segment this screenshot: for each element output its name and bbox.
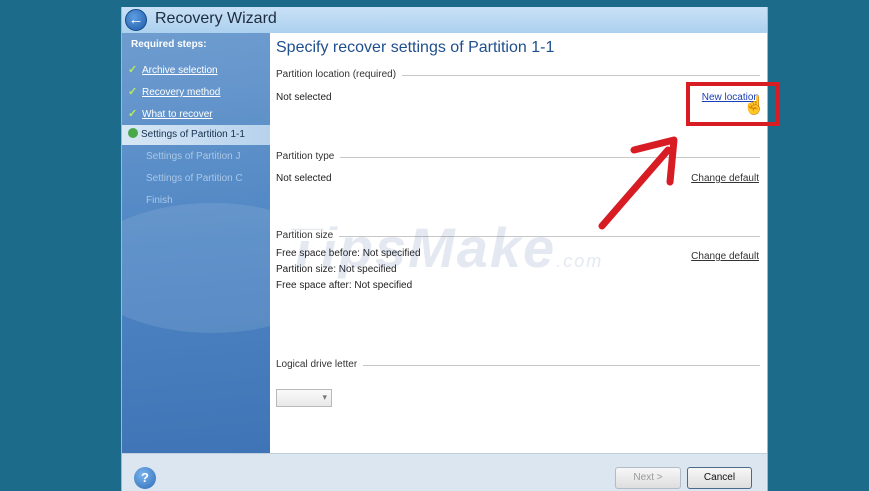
change-size-link[interactable]: Change default [691, 251, 759, 262]
cancel-button[interactable]: Cancel [687, 467, 752, 489]
sidebar-item-recovery-method[interactable]: ✓ Recovery method [128, 85, 220, 103]
wizard-footer: ? Next > Cancel [122, 453, 767, 491]
chevron-down-icon: ▾ [322, 392, 327, 402]
partition-location-section: Partition location (required) [276, 69, 760, 81]
sidebar-heading: Required steps: [131, 39, 207, 50]
title-bar: ← Recovery Wizard [122, 7, 767, 33]
sidebar-item-partition-c: Settings of Partition C [146, 173, 243, 184]
checkmark-icon: ✓ [128, 108, 138, 120]
hand-cursor-icon: ☝ [743, 95, 766, 115]
help-icon[interactable]: ? [134, 467, 156, 489]
sidebar-item-finish: Finish [146, 195, 173, 206]
watermark-logo: TipsMake.com [286, 216, 604, 279]
red-arrow-annotation [598, 136, 678, 230]
sidebar-item-what-to-recover[interactable]: ✓ What to recover [128, 107, 213, 125]
drive-letter-section: Logical drive letter [276, 359, 760, 371]
highlight-box [686, 82, 780, 126]
partition-type-value: Not selected [276, 173, 332, 184]
sidebar-item-partition-j: Settings of Partition J [146, 151, 241, 162]
steps-sidebar: Required steps: ✓ Archive selection ✓ Reco… [122, 33, 270, 453]
window-title: Recovery Wizard [155, 10, 277, 27]
next-button[interactable]: Next > [615, 467, 681, 489]
change-type-link[interactable]: Change default [691, 173, 759, 184]
page-title: Specify recover settings of Partition 1-… [276, 39, 555, 56]
free-space-after-text: Free space after: Not specified [276, 280, 413, 291]
checkmark-icon: ✓ [128, 86, 138, 98]
back-arrow-icon[interactable]: ← [125, 9, 147, 31]
sidebar-item-current-step: Settings of Partition 1-1 [122, 125, 270, 145]
sidebar-item-archive-selection[interactable]: ✓ Archive selection [128, 63, 218, 81]
drive-letter-select[interactable]: ▾ [276, 389, 332, 407]
current-step-icon [128, 128, 138, 138]
partition-location-value: Not selected [276, 92, 332, 103]
checkmark-icon: ✓ [128, 64, 138, 76]
